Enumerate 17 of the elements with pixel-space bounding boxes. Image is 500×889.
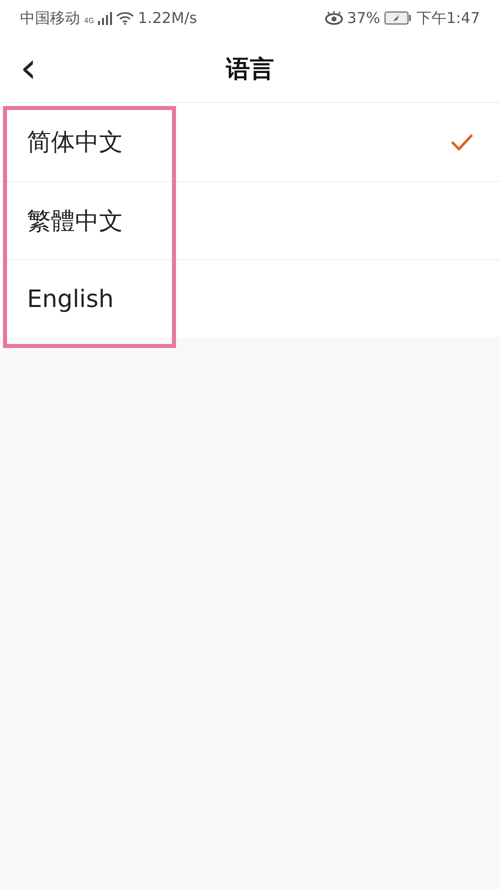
page-title: 语言	[226, 54, 274, 85]
check-icon	[450, 133, 474, 151]
eye-icon	[324, 11, 343, 25]
language-label: English	[27, 284, 114, 312]
battery-percent: 37%	[346, 9, 380, 27]
network-speed: 1.22M/s	[138, 9, 198, 27]
carrier-name: 中国移动	[20, 8, 80, 28]
clock-time: 下午1:47	[416, 8, 480, 28]
signal-icon	[98, 12, 112, 24]
language-label: 简体中文	[27, 127, 123, 158]
language-option[interactable]: English	[0, 259, 500, 337]
battery-icon	[384, 11, 412, 25]
back-button[interactable]: ‹	[12, 50, 45, 86]
language-option[interactable]: 繁體中文	[0, 181, 500, 259]
language-option[interactable]: 简体中文	[0, 103, 500, 181]
wifi-icon	[116, 11, 134, 25]
language-label: 繁體中文	[27, 206, 123, 236]
